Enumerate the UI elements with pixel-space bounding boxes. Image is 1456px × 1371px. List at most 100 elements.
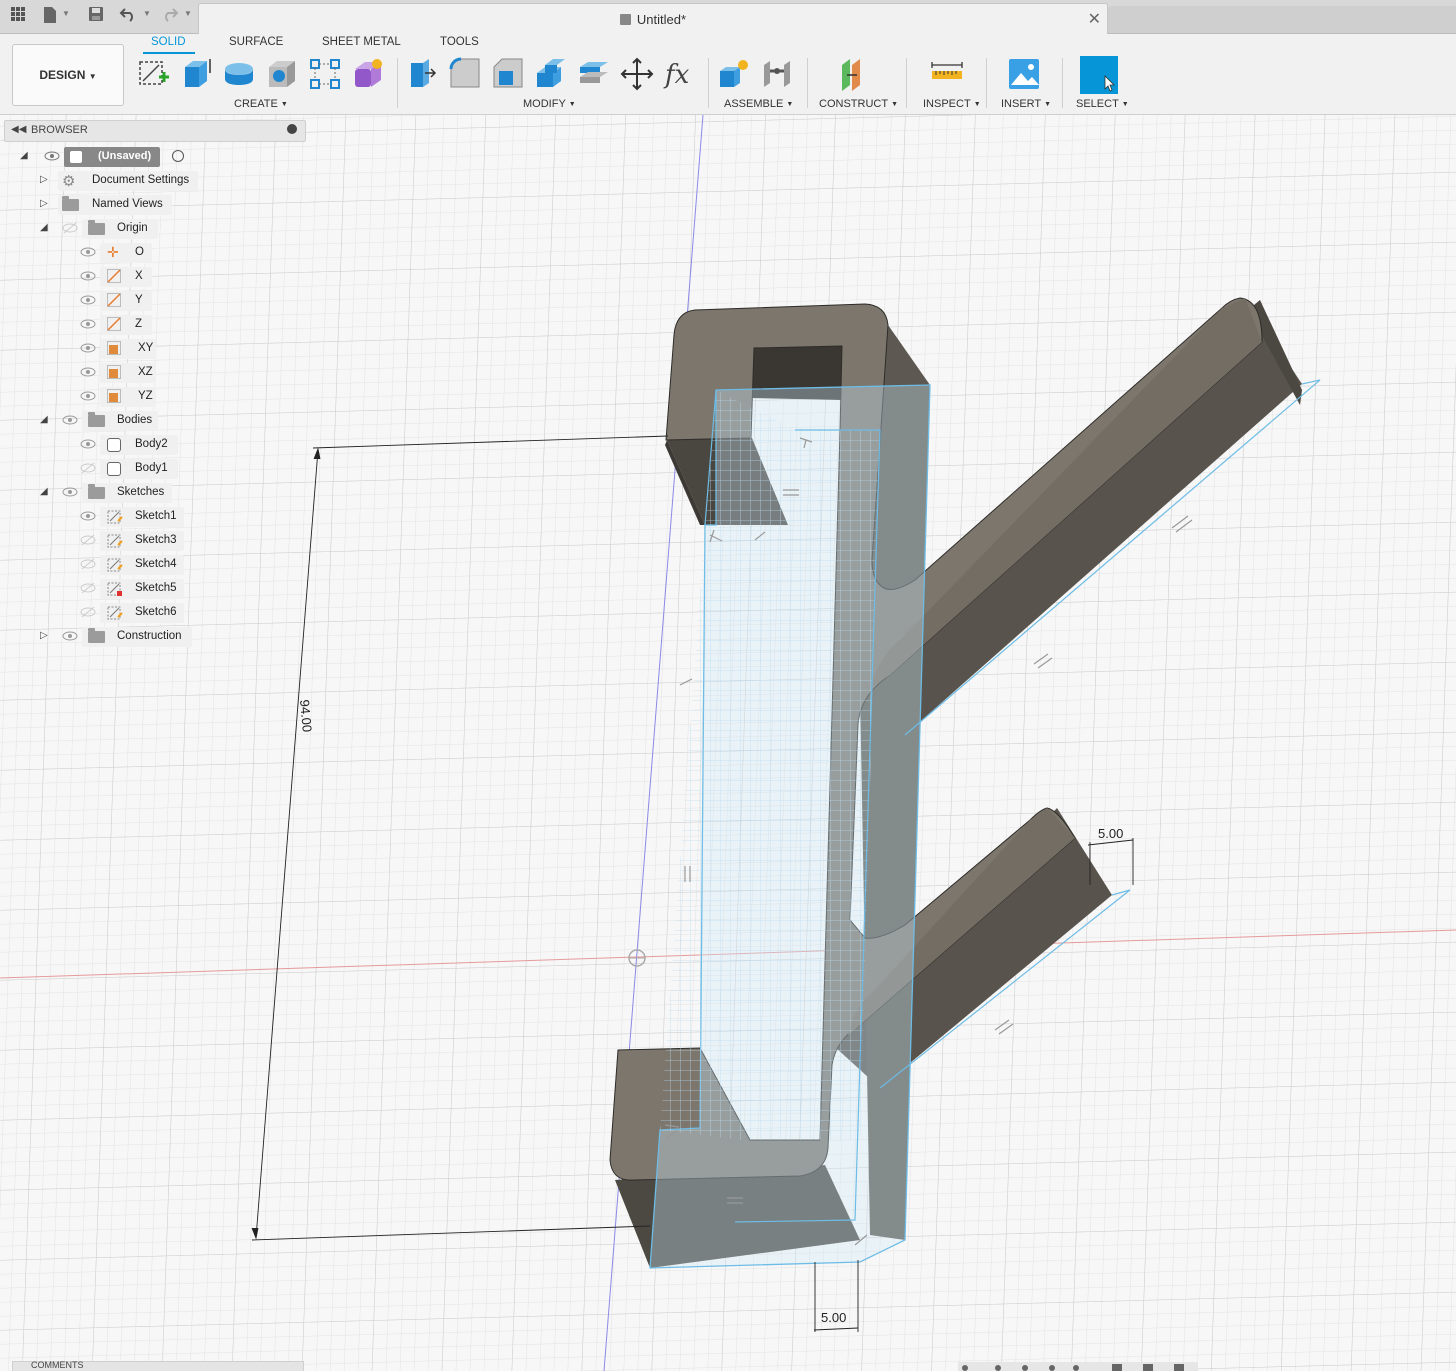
eye-icon[interactable]: [62, 414, 78, 426]
browser-item-sketch4[interactable]: Sketch4: [80, 554, 300, 576]
select-tool-button[interactable]: [1080, 56, 1118, 94]
dimension-height[interactable]: 94.00: [297, 699, 315, 733]
redo-icon[interactable]: [160, 6, 180, 26]
eye-hidden-icon[interactable]: [80, 582, 96, 594]
undo-caret-icon[interactable]: ▼: [143, 9, 151, 18]
combine-icon[interactable]: [577, 57, 611, 91]
expand-icon[interactable]: ▷: [40, 174, 52, 186]
tab-solid[interactable]: SOLID: [151, 36, 186, 48]
redo-caret-icon[interactable]: ▼: [184, 9, 192, 18]
browser-item-bodies[interactable]: ◢ Bodies: [40, 410, 300, 432]
browser-item-y-axis[interactable]: Y: [80, 290, 300, 312]
create-sketch-icon[interactable]: [137, 57, 171, 91]
sketch1-label: Sketch1: [135, 510, 177, 522]
file-menu-icon[interactable]: [40, 6, 60, 26]
hole-icon[interactable]: [265, 57, 299, 91]
select-menu[interactable]: SELECT ▼: [1076, 98, 1129, 110]
collapse-panel-icon[interactable]: ◀◀: [11, 124, 26, 135]
browser-item-z-axis[interactable]: Z: [80, 314, 300, 336]
tab-tools[interactable]: TOOLS: [440, 36, 479, 48]
eye-icon[interactable]: [80, 342, 96, 354]
browser-item-sketch5[interactable]: Sketch5: [80, 578, 300, 600]
measure-icon[interactable]: [930, 57, 964, 91]
browser-item-yz-plane[interactable]: YZ: [80, 386, 300, 408]
navigation-bar[interactable]: [958, 1362, 1198, 1371]
move-icon[interactable]: [620, 57, 654, 91]
eye-hidden-icon[interactable]: [80, 534, 96, 546]
browser-item-named-views[interactable]: ▷ Named Views: [40, 194, 300, 216]
eye-icon[interactable]: [62, 486, 78, 498]
insert-image-icon[interactable]: [1007, 57, 1041, 91]
browser-root[interactable]: ◢ (Unsaved): [20, 146, 300, 168]
inspect-menu[interactable]: INSPECT ▼: [923, 98, 981, 110]
browser-pin-icon[interactable]: [287, 124, 297, 134]
eye-icon[interactable]: [80, 390, 96, 402]
folder-icon: [62, 196, 79, 211]
extrude-icon[interactable]: [179, 57, 213, 91]
joint-icon[interactable]: [760, 57, 794, 91]
chamfer-icon[interactable]: [491, 57, 525, 91]
browser-item-sketches[interactable]: ◢ Sketches: [40, 482, 300, 504]
tab-surface[interactable]: SURFACE: [229, 36, 283, 48]
tab-sheet-metal[interactable]: SHEET METAL: [322, 36, 401, 48]
eye-hidden-icon[interactable]: [80, 462, 96, 474]
browser-item-origin[interactable]: ◢ Origin: [40, 218, 300, 240]
expand-icon[interactable]: ◢: [40, 414, 52, 426]
browser-item-sketch1[interactable]: Sketch1: [80, 506, 300, 528]
eye-hidden-icon[interactable]: [80, 558, 96, 570]
insert-menu[interactable]: INSERT ▼: [1001, 98, 1051, 110]
offset-plane-icon[interactable]: [838, 57, 872, 91]
eye-hidden-icon[interactable]: [80, 606, 96, 618]
eye-icon[interactable]: [80, 366, 96, 378]
eye-icon[interactable]: [44, 150, 60, 162]
eye-icon[interactable]: [80, 318, 96, 330]
eye-icon[interactable]: [80, 510, 96, 522]
expand-icon[interactable]: ◢: [20, 150, 32, 162]
create-form-icon[interactable]: [351, 57, 385, 91]
close-tab-icon[interactable]: ✕: [1088, 9, 1101, 29]
eye-icon[interactable]: [80, 246, 96, 258]
undo-icon[interactable]: [118, 6, 138, 26]
construct-menu[interactable]: CONSTRUCT ▼: [819, 98, 898, 110]
shell-icon[interactable]: [534, 57, 568, 91]
expand-icon[interactable]: ◢: [40, 222, 52, 234]
browser-item-body2[interactable]: Body2: [80, 434, 300, 456]
title-bar: ▼ ▼ ▼ Untitled* ✕: [0, 0, 1456, 34]
document-tab[interactable]: Untitled* ✕: [198, 3, 1108, 34]
app-grid-icon[interactable]: [8, 6, 28, 26]
browser-item-origin-point[interactable]: ✛ O: [80, 242, 300, 264]
revolve-icon[interactable]: [222, 57, 256, 91]
fillet-icon[interactable]: [448, 57, 482, 91]
sketch-icon: [107, 534, 123, 548]
browser-item-construction[interactable]: ▷ Construction: [40, 626, 300, 648]
browser-item-x-axis[interactable]: X: [80, 266, 300, 288]
eye-icon[interactable]: [80, 438, 96, 450]
dimension-width-top[interactable]: 5.00: [1098, 826, 1123, 841]
parameters-fx-icon[interactable]: fx: [663, 57, 697, 91]
new-component-icon[interactable]: [717, 57, 751, 91]
eye-icon[interactable]: [62, 630, 78, 642]
modify-menu[interactable]: MODIFY ▼: [523, 98, 576, 110]
press-pull-icon[interactable]: [405, 57, 439, 91]
create-menu[interactable]: CREATE ▼: [234, 98, 288, 110]
browser-item-xy-plane[interactable]: XY: [80, 338, 300, 360]
browser-item-document-settings[interactable]: ▷ ⚙ Document Settings: [40, 170, 300, 192]
assemble-menu[interactable]: ASSEMBLE ▼: [724, 98, 793, 110]
eye-icon[interactable]: [80, 294, 96, 306]
file-menu-caret-icon[interactable]: ▼: [62, 9, 70, 18]
expand-icon[interactable]: ▷: [40, 198, 52, 210]
rectangular-pattern-icon[interactable]: [308, 57, 342, 91]
comments-panel[interactable]: COMMENTS: [12, 1360, 304, 1371]
browser-item-sketch3[interactable]: Sketch3: [80, 530, 300, 552]
dimension-width-bottom[interactable]: 5.00: [821, 1310, 846, 1325]
browser-item-xz-plane[interactable]: XZ: [80, 362, 300, 384]
browser-item-body1[interactable]: Body1: [80, 458, 300, 480]
browser-item-sketch6[interactable]: Sketch6: [80, 602, 300, 624]
expand-icon[interactable]: ◢: [40, 486, 52, 498]
eye-icon[interactable]: [80, 270, 96, 282]
eye-hidden-icon[interactable]: [62, 222, 78, 234]
expand-icon[interactable]: ▷: [40, 630, 52, 642]
save-icon[interactable]: [86, 6, 106, 26]
activate-radio-icon[interactable]: [172, 150, 184, 162]
workspace-switcher-button[interactable]: DESIGN ▼: [12, 44, 124, 106]
